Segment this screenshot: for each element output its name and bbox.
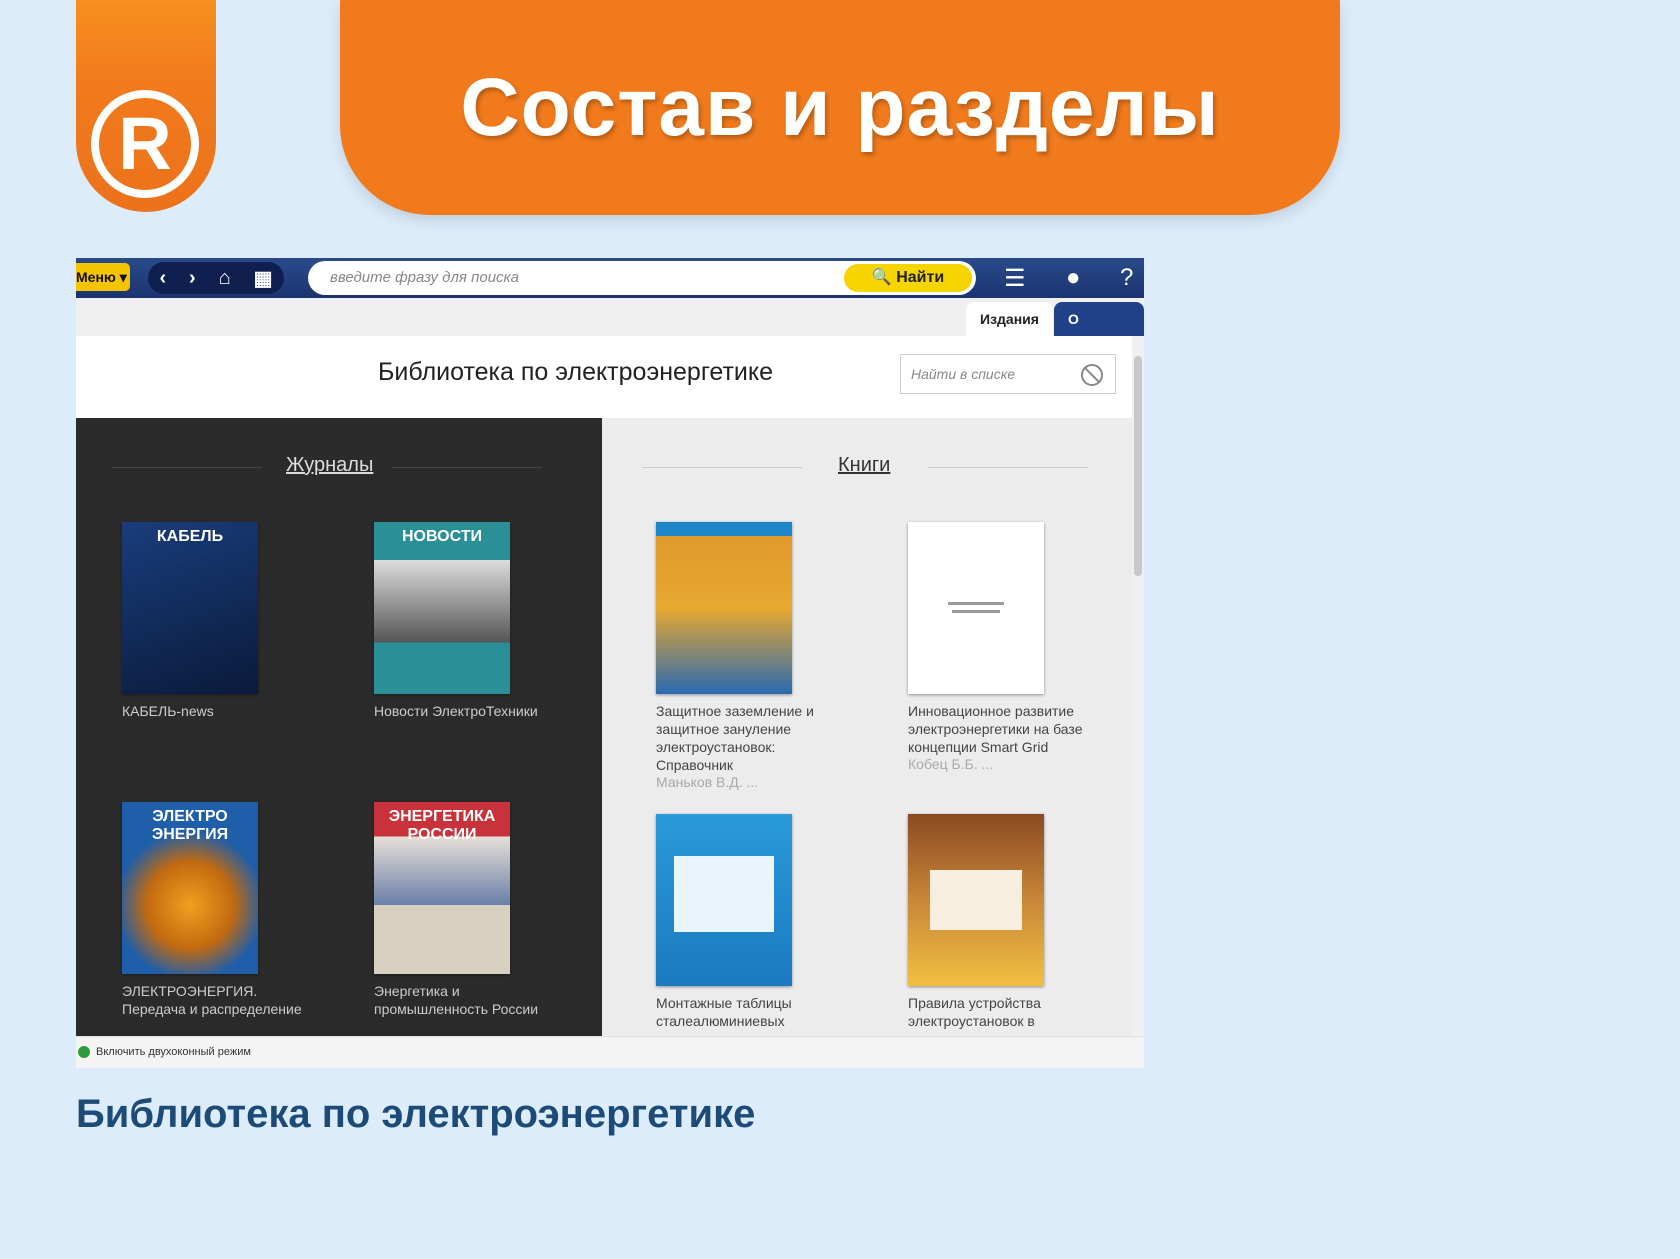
books-title[interactable]: Книги [838, 454, 890, 477]
book-card[interactable]: Защитное заземление и защитное зануление… [656, 522, 846, 790]
divider [642, 467, 802, 468]
library-title: Библиотека по электроэнергетике [378, 358, 773, 386]
find-button[interactable]: 🔍 Найти [844, 264, 972, 292]
cover-text-line [948, 602, 1004, 605]
bottom-caption: Библиотека по электроэнергетике [76, 1092, 756, 1136]
book-author: Кобец Б.Б. ... [908, 756, 994, 772]
journal-cover[interactable]: КАБЕЛЬ [122, 522, 258, 694]
user-icon[interactable]: ● [1066, 264, 1081, 292]
journals-pane: Журналы КАБЕЛЬ КАБЕЛЬ-news НОВОСТИ Новос… [76, 418, 602, 1036]
clear-icon[interactable] [1081, 364, 1103, 386]
logo-icon: R [91, 90, 199, 198]
scrollbar[interactable] [1132, 336, 1144, 1036]
title-banner: Состав и разделы [340, 0, 1340, 215]
grid-icon[interactable]: ▦ [254, 266, 273, 291]
filter-input[interactable]: Найти в списке [900, 354, 1116, 394]
cover-label: ЭНЕРГЕТИКА РОССИИ [388, 808, 496, 843]
dual-window-icon[interactable] [78, 1046, 90, 1058]
journals-title[interactable]: Журналы [286, 454, 373, 477]
tabbar: Издания О разделе [76, 298, 1144, 361]
app-screenshot: Меню ▾ ‹ › ⌂ ▦ введите фразу для поиска … [76, 258, 1144, 1068]
find-label: Найти [896, 269, 945, 286]
back-icon[interactable]: ‹ [159, 267, 166, 290]
search-box[interactable]: введите фразу для поиска 🔍 Найти [308, 261, 976, 295]
search-input[interactable]: введите фразу для поиска [330, 269, 519, 286]
dual-window-link[interactable]: Включить двухоконный режим [96, 1046, 251, 1058]
home-icon[interactable]: ⌂ [219, 267, 231, 290]
book-title[interactable]: Инновационное развитие электроэнергетики… [908, 702, 1098, 756]
cover-label: НОВОСТИ [401, 528, 483, 545]
book-cover[interactable] [656, 522, 792, 694]
tab-editions[interactable]: Издания [966, 302, 1053, 336]
nav-group: ‹ › ⌂ ▦ [148, 262, 284, 294]
logo-tab: R [76, 0, 216, 212]
journal-title[interactable]: ЭЛЕКТРОЭНЕРГИЯ. Передача и распределение [122, 982, 312, 1018]
journal-card[interactable]: ЭНЕРГЕТИКА РОССИИ Энергетика и промышлен… [374, 802, 564, 1018]
journal-title[interactable]: Энергетика и промышленность России [374, 982, 564, 1018]
book-title[interactable]: Защитное заземление и защитное зануление… [656, 702, 846, 774]
hamburger-icon[interactable]: ☰ [1004, 264, 1026, 293]
book-card[interactable]: Монтажные таблицы сталеалюминиевых [656, 814, 846, 1030]
cover-text-line [952, 610, 1000, 613]
toolbar: Меню ▾ ‹ › ⌂ ▦ введите фразу для поиска … [76, 258, 1144, 298]
divider [928, 467, 1088, 468]
library-header: Библиотека по электроэнергетике Найти в … [76, 336, 1132, 418]
cover-label: ЭЛЕКТРО ЭНЕРГИЯ [151, 808, 229, 843]
journal-card[interactable]: НОВОСТИ Новости ЭлектроТехники [374, 522, 564, 720]
journal-cover[interactable]: ЭНЕРГЕТИКА РОССИИ [374, 802, 510, 974]
cover-panel [930, 870, 1022, 930]
filter-placeholder: Найти в списке [911, 366, 1016, 382]
book-author: Маньков В.Д. ... [656, 774, 759, 790]
book-cover[interactable] [908, 814, 1044, 986]
book-card[interactable]: Правила устройства электроустановок в [908, 814, 1098, 1030]
books-pane: Книги Защитное заземление и защитное зан… [602, 418, 1132, 1036]
menu-label: Меню [76, 269, 116, 285]
book-title[interactable]: Правила устройства электроустановок в [908, 994, 1098, 1030]
book-card[interactable]: Инновационное развитие электроэнергетики… [908, 522, 1098, 772]
forward-icon[interactable]: › [189, 267, 196, 290]
journal-cover[interactable]: ЭЛЕКТРО ЭНЕРГИЯ [122, 802, 258, 974]
cover-label: КАБЕЛЬ [156, 528, 224, 545]
divider [112, 467, 262, 468]
slide-title: Состав и разделы [460, 61, 1220, 153]
menu-button[interactable]: Меню ▾ [76, 263, 130, 291]
scrollbar-thumb[interactable] [1134, 356, 1142, 576]
journal-title[interactable]: Новости ЭлектроТехники [374, 702, 564, 720]
journal-card[interactable]: ЭЛЕКТРО ЭНЕРГИЯ ЭЛЕКТРОЭНЕРГИЯ. Передача… [122, 802, 312, 1018]
book-cover[interactable] [656, 814, 792, 986]
journal-title[interactable]: КАБЕЛЬ-news [122, 702, 312, 720]
journal-cover[interactable]: НОВОСТИ [374, 522, 510, 694]
tab-about[interactable]: О разделе [1054, 302, 1144, 361]
help-icon[interactable]: ? [1120, 264, 1133, 292]
book-cover[interactable] [908, 522, 1044, 694]
logo-letter: R [118, 102, 172, 185]
status-bar: Включить двухоконный режим [76, 1036, 1144, 1068]
divider [392, 467, 542, 468]
cover-panel [674, 856, 774, 932]
book-title[interactable]: Монтажные таблицы сталеалюминиевых [656, 994, 846, 1030]
journal-card[interactable]: КАБЕЛЬ КАБЕЛЬ-news [122, 522, 312, 720]
